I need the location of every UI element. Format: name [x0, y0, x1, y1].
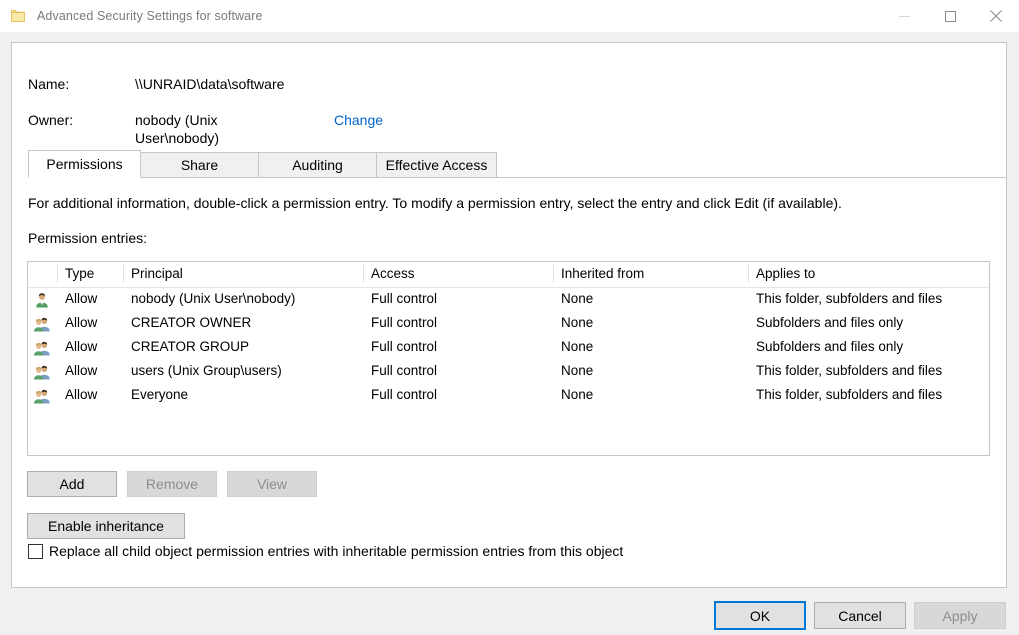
apply-button[interactable]: Apply	[914, 602, 1006, 629]
replace-child-permissions-label: Replace all child object permission entr…	[49, 543, 624, 559]
cell-inherited-from: None	[561, 363, 594, 378]
column-header-applies-to[interactable]: Applies to	[756, 266, 815, 281]
info-text: For additional information, double-click…	[28, 195, 842, 211]
tab-effective-access[interactable]: Effective Access	[376, 152, 497, 178]
user-icon	[34, 292, 50, 308]
ok-button[interactable]: OK	[714, 601, 806, 630]
title-bar: Advanced Security Settings for software	[0, 0, 1019, 32]
owner-label: Owner:	[28, 112, 74, 128]
name-label: Name:	[28, 76, 70, 92]
table-row[interactable]: Allow nobody (Unix User\nobody) Full con…	[28, 288, 989, 312]
maximize-button[interactable]	[927, 0, 973, 32]
cell-principal: CREATOR GROUP	[131, 339, 250, 354]
remove-button[interactable]: Remove	[127, 471, 217, 497]
view-button[interactable]: View	[227, 471, 317, 497]
column-separator[interactable]	[553, 265, 554, 283]
cell-type: Allow	[65, 315, 98, 330]
tab-effective-access-label: Effective Access	[385, 157, 488, 173]
replace-child-permissions-row[interactable]: Replace all child object permission entr…	[28, 543, 623, 559]
cell-principal: nobody (Unix User\nobody)	[131, 291, 296, 306]
cell-access: Full control	[371, 363, 438, 378]
column-header-type[interactable]: Type	[65, 266, 94, 281]
cell-inherited-from: None	[561, 339, 594, 354]
cell-applies-to: Subfolders and files only	[756, 339, 904, 354]
tab-permissions-label: Permissions	[46, 156, 123, 172]
tab-auditing-label: Auditing	[292, 157, 343, 173]
tab-permissions[interactable]: Permissions	[28, 150, 141, 178]
list-header-row: Type Principal Access Inherited from App…	[28, 262, 989, 288]
maximize-icon	[944, 10, 956, 22]
column-separator[interactable]	[57, 265, 58, 283]
group-icon	[34, 340, 50, 356]
cell-type: Allow	[65, 339, 98, 354]
column-header-inherited-from[interactable]: Inherited from	[561, 266, 644, 281]
table-row[interactable]: Allow CREATOR GROUP Full control None Su…	[28, 336, 989, 360]
cell-inherited-from: None	[561, 315, 594, 330]
cancel-button[interactable]: Cancel	[814, 602, 906, 629]
cell-access: Full control	[371, 387, 438, 402]
cell-principal: Everyone	[131, 387, 189, 402]
cell-type: Allow	[65, 291, 98, 306]
close-icon	[990, 10, 1002, 22]
tab-strip: Permissions Share Auditing Effective Acc…	[28, 150, 497, 178]
add-button[interactable]: Add	[27, 471, 117, 497]
column-separator[interactable]	[363, 265, 364, 283]
window-title: Advanced Security Settings for software	[37, 9, 263, 23]
cell-principal: CREATOR OWNER	[131, 315, 252, 330]
table-row[interactable]: Allow users (Unix Group\users) Full cont…	[28, 360, 989, 384]
close-button[interactable]	[973, 0, 1019, 32]
permission-entries-label: Permission entries:	[28, 230, 148, 246]
cell-principal: users (Unix Group\users)	[131, 363, 282, 378]
column-separator[interactable]	[748, 265, 749, 283]
dialog-footer: OK Cancel Apply	[0, 588, 1019, 635]
cell-inherited-from: None	[561, 291, 594, 306]
column-header-access[interactable]: Access	[371, 266, 415, 281]
group-icon	[34, 316, 50, 332]
owner-value: nobody (Unix User\nobody)	[135, 112, 220, 146]
cell-access: Full control	[371, 339, 438, 354]
cell-access: Full control	[371, 291, 438, 306]
dialog-content-panel: Name: \\UNRAID\data\software Owner: nobo…	[11, 42, 1007, 588]
group-icon	[34, 388, 50, 404]
tab-share[interactable]: Share	[140, 152, 259, 178]
table-row[interactable]: Allow Everyone Full control None This fo…	[28, 384, 989, 408]
enable-inheritance-button[interactable]: Enable inheritance	[27, 513, 185, 539]
minimize-button[interactable]	[881, 0, 927, 32]
minimize-icon	[898, 15, 910, 17]
name-value: \\UNRAID\data\software	[135, 76, 285, 92]
column-header-principal[interactable]: Principal	[131, 266, 183, 281]
permission-entries-list[interactable]: Type Principal Access Inherited from App…	[27, 261, 990, 456]
column-separator[interactable]	[123, 265, 124, 283]
change-owner-link[interactable]: Change	[334, 111, 383, 129]
cell-applies-to: This folder, subfolders and files	[756, 363, 943, 378]
group-icon	[34, 364, 50, 380]
cell-type: Allow	[65, 387, 98, 402]
table-row[interactable]: Allow CREATOR OWNER Full control None Su…	[28, 312, 989, 336]
tab-share-label: Share	[180, 157, 219, 173]
tab-underline	[28, 177, 1007, 178]
cell-applies-to: Subfolders and files only	[756, 315, 904, 330]
folder-icon	[10, 8, 26, 24]
cell-inherited-from: None	[561, 387, 594, 402]
cell-access: Full control	[371, 315, 438, 330]
window-controls	[881, 0, 1019, 32]
replace-child-permissions-checkbox[interactable]	[28, 543, 43, 559]
cell-applies-to: This folder, subfolders and files	[756, 387, 943, 402]
cell-applies-to: This folder, subfolders and files	[756, 291, 943, 306]
cell-type: Allow	[65, 363, 98, 378]
tab-auditing[interactable]: Auditing	[258, 152, 377, 178]
